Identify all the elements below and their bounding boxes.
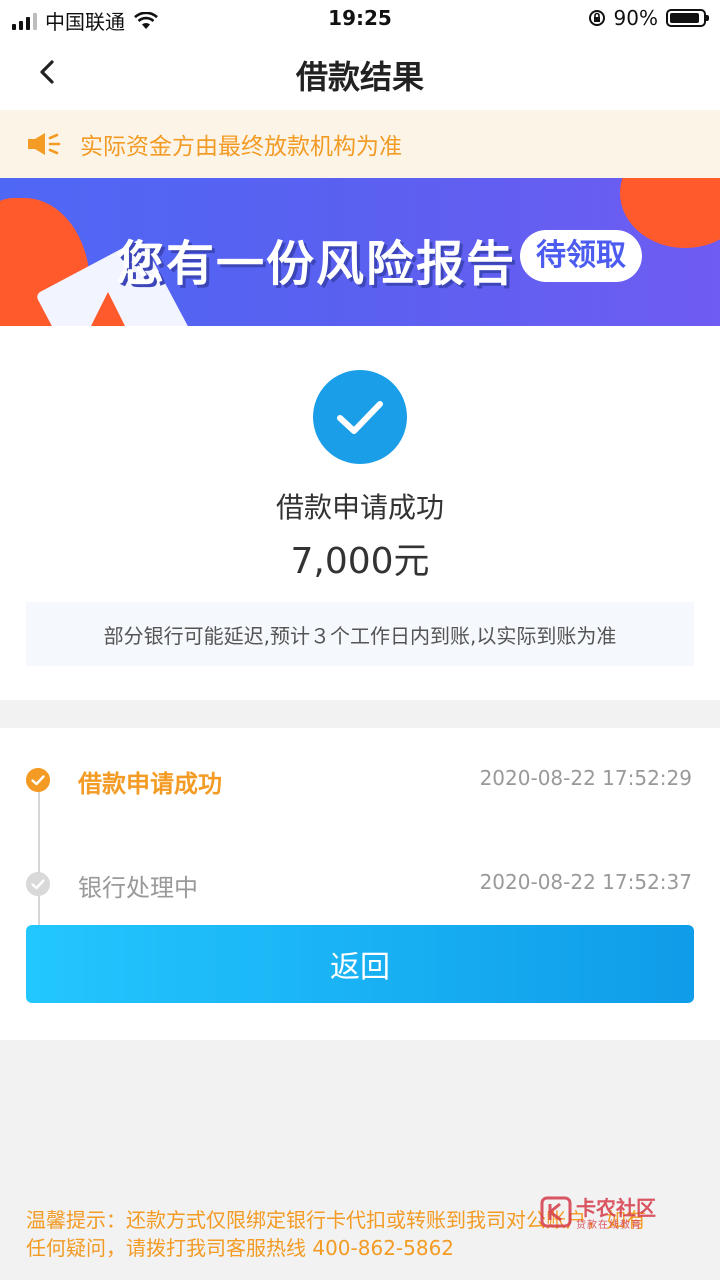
footer-tip-line: 任何疑问，请拨打我司客服热线 400-862-5862 — [26, 1236, 455, 1260]
battery-percent: 90% — [613, 6, 658, 30]
watermark-subtext: 贷款在线教育 — [576, 1220, 642, 1231]
banner-headline: 您有一份风险报告 — [116, 236, 517, 292]
timeline-step: 借款申请成功 2020-08-22 17:52:29 — [0, 760, 720, 800]
battery-icon — [666, 9, 709, 27]
step-time: 2020-08-22 17:52:29 — [479, 766, 692, 790]
return-button[interactable]: 返回 — [26, 925, 694, 1003]
nav-bar: 借款结果 — [0, 36, 720, 110]
check-dot-icon — [26, 872, 50, 896]
status-bar: 中国联通 19:25 90% — [0, 0, 720, 36]
risk-report-banner[interactable]: 您有一份风险报告 待领取 — [0, 178, 720, 326]
speaker-icon — [28, 133, 61, 155]
arrival-hint: 部分银行可能延迟,预计３个工作日内到账,以实际到账为准 — [26, 602, 694, 666]
timeline-connector — [38, 788, 40, 928]
loan-amount: 7,000元 — [290, 541, 430, 582]
checkmark-circle-icon — [313, 370, 407, 464]
check-dot-icon — [26, 768, 50, 792]
watermark-icon — [540, 1196, 572, 1228]
step-label: 借款申请成功 — [78, 770, 222, 798]
result-card: 借款申请成功 7,000元 部分银行可能延迟,预计３个工作日内到账,以实际到账为… — [0, 326, 720, 700]
step-label: 银行处理中 — [78, 874, 198, 902]
warning-triangle-icon — [91, 292, 125, 326]
claim-pill-button[interactable]: 待领取 — [520, 230, 642, 282]
notice-bar: 实际资金方由最终放款机构为准 — [0, 110, 720, 178]
step-time: 2020-08-22 17:52:37 — [479, 870, 692, 894]
result-status: 借款申请成功 — [275, 491, 444, 524]
watermark-logo: 卡农社区 贷款在线教育 — [540, 1192, 690, 1232]
orientation-lock-icon — [588, 10, 605, 26]
timeline-step: 银行处理中 2020-08-22 17:52:37 — [0, 864, 720, 904]
page-title: 借款结果 — [295, 58, 424, 96]
notice-text: 实际资金方由最终放款机构为准 — [80, 134, 402, 160]
